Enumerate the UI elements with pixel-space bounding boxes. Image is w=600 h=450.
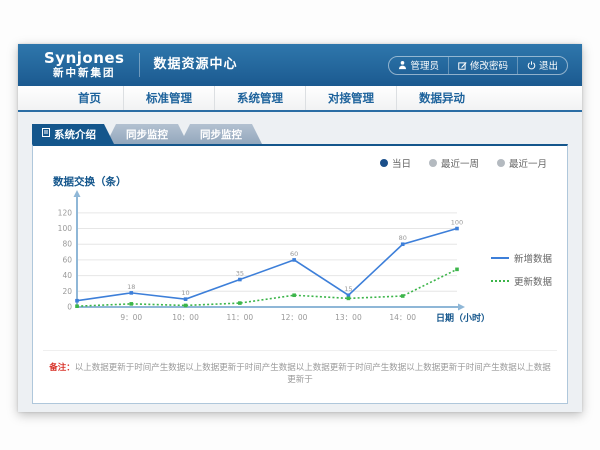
time-range-options: 当日 最近一周 最近一月: [43, 156, 547, 170]
chart-legend: 新增数据 更新数据: [491, 251, 557, 339]
svg-text:11：00: 11：00: [227, 313, 254, 322]
tab-sync-monitor-2[interactable]: 同步监控: [180, 124, 262, 144]
tab-label: 同步监控: [200, 127, 242, 142]
radio-unselected-icon: [429, 159, 437, 167]
nav-item-system-mgmt[interactable]: 系统管理: [214, 86, 305, 110]
svg-text:9：00: 9：00: [120, 313, 142, 322]
tab-label: 系统介绍: [54, 127, 96, 142]
content-area: 系统介绍 同步监控 同步监控 当日 最近一周: [18, 112, 582, 412]
svg-text:日期（小时）: 日期（小时）: [436, 312, 490, 324]
edit-icon: [458, 61, 467, 70]
svg-text:35: 35: [236, 270, 244, 278]
admin-user-button[interactable]: 管理员: [389, 57, 448, 74]
footnote: 备注：以上数据更新于时间产生数据以上数据更新于时间产生数据以上数据更新于时间产生…: [43, 350, 557, 397]
nav-item-standard-mgmt[interactable]: 标准管理: [123, 86, 214, 110]
app-header: Synjones 新中新集团 数据资源中心 管理员 修改密码 退出: [18, 44, 582, 86]
nav-item-interface-mgmt[interactable]: 对接管理: [305, 86, 396, 110]
radio-unselected-icon: [497, 159, 505, 167]
legend-item-new-data: 新增数据: [491, 251, 557, 265]
svg-text:10：00: 10：00: [172, 313, 199, 322]
main-nav: 首页 标准管理 系统管理 对接管理 数据异动: [18, 86, 582, 112]
user-menu: 管理员 修改密码 退出: [388, 56, 568, 75]
svg-text:0: 0: [67, 303, 72, 312]
power-icon: [527, 61, 536, 70]
green-dotted-swatch: [491, 280, 509, 282]
svg-text:18: 18: [127, 283, 135, 291]
blue-line-swatch: [491, 257, 509, 259]
admin-user-label: 管理员: [410, 58, 439, 72]
chart-card: 当日 最近一周 最近一月 数据交换（条） 0 20 40 60 80 100 120 9：00…: [32, 144, 568, 404]
svg-text:100: 100: [451, 219, 463, 227]
svg-text:15: 15: [344, 285, 352, 293]
document-icon: [42, 128, 50, 140]
logout-label: 退出: [539, 58, 558, 72]
svg-text:20: 20: [62, 287, 72, 296]
tab-sync-monitor-1[interactable]: 同步监控: [106, 124, 188, 144]
svg-text:13：00: 13：00: [335, 313, 362, 322]
range-option-label: 最近一周: [441, 156, 479, 170]
brand-logo: Synjones 新中新集团: [18, 51, 139, 79]
range-option-label: 最近一月: [509, 156, 547, 170]
legend-item-updated-data: 更新数据: [491, 274, 557, 288]
footnote-label: 备注：: [49, 363, 75, 373]
svg-text:40: 40: [62, 271, 72, 280]
range-option-last-month[interactable]: 最近一月: [497, 156, 547, 170]
chart-row: 0 20 40 60 80 100 120 9：00 10：00 11：00 12：00 13：00 1…: [43, 189, 557, 339]
svg-text:60: 60: [290, 250, 298, 258]
user-icon: [398, 60, 407, 70]
app-window: Synjones 新中新集团 数据资源中心 管理员 修改密码 退出: [18, 44, 582, 412]
change-password-label: 修改密码: [470, 58, 508, 72]
footnote-text: 以上数据更新于时间产生数据以上数据更新于时间产生数据以上数据更新于时间产生数据以…: [75, 363, 551, 385]
logout-button[interactable]: 退出: [517, 57, 567, 74]
tab-system-intro[interactable]: 系统介绍: [32, 124, 114, 144]
nav-item-home[interactable]: 首页: [56, 86, 123, 110]
line-chart: 0 20 40 60 80 100 120 9：00 10：00 11：00 12：00 13：00 1…: [43, 189, 491, 339]
page-title: 数据资源中心: [139, 53, 238, 77]
tab-label: 同步监控: [126, 127, 168, 142]
svg-text:12：00: 12：00: [281, 313, 308, 322]
range-option-today[interactable]: 当日: [380, 156, 411, 170]
tab-bar: 系统介绍 同步监控 同步监控: [32, 124, 568, 144]
svg-text:120: 120: [58, 208, 73, 217]
range-option-last-week[interactable]: 最近一周: [429, 156, 479, 170]
svg-text:80: 80: [399, 234, 407, 242]
brand-logo-subtext: 新中新集团: [44, 68, 125, 79]
nav-item-data-change[interactable]: 数据异动: [396, 86, 487, 110]
range-option-label: 当日: [392, 156, 411, 170]
brand-logo-text: Synjones: [44, 51, 125, 66]
svg-text:80: 80: [62, 240, 72, 249]
legend-label: 新增数据: [514, 251, 552, 265]
svg-text:14：00: 14：00: [389, 313, 416, 322]
radio-selected-icon: [380, 159, 388, 167]
change-password-button[interactable]: 修改密码: [448, 57, 517, 74]
y-axis-title: 数据交换（条）: [53, 174, 557, 189]
svg-text:10: 10: [181, 289, 189, 297]
legend-label: 更新数据: [514, 274, 552, 288]
svg-text:100: 100: [58, 224, 73, 233]
svg-text:60: 60: [62, 255, 72, 264]
